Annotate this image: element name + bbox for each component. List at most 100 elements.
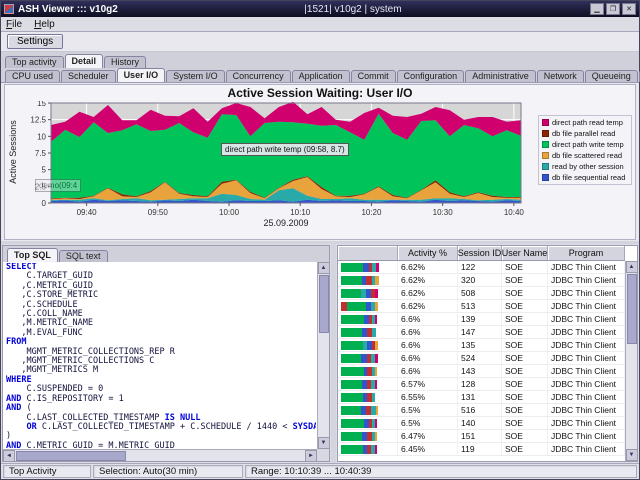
table-row[interactable]: 6.62%122SOEJDBC Thin Client xyxy=(338,261,625,274)
activity-bar xyxy=(338,417,398,429)
app-icon xyxy=(4,4,14,14)
title-bar[interactable]: ASH Viewer ::: v10g2 |1521| v10g2 | syst… xyxy=(1,1,639,17)
cell-session-id: 140 xyxy=(458,417,502,429)
cell-user-name: SOE xyxy=(502,365,548,377)
cell-user-name: SOE xyxy=(502,391,548,403)
activity-bar xyxy=(338,339,398,351)
column-header-activity[interactable]: Activity % xyxy=(398,246,458,261)
table-row[interactable]: 6.5%516SOEJDBC Thin Client xyxy=(338,404,625,417)
table-row[interactable]: 6.47%151SOEJDBC Thin Client xyxy=(338,430,625,443)
wait-tab-configuration[interactable]: Configuration xyxy=(397,70,465,82)
table-row[interactable]: 6.55%131SOEJDBC Thin Client xyxy=(338,391,625,404)
settings-button[interactable]: Settings xyxy=(7,34,63,49)
cell-activity: 6.62% xyxy=(398,300,458,312)
cell-program: JDBC Thin Client xyxy=(548,352,625,364)
scroll-up-icon[interactable]: ▲ xyxy=(626,261,638,273)
wait-tab-network[interactable]: Network xyxy=(537,70,584,82)
sql-tab-sql-text[interactable]: SQL text xyxy=(59,250,108,262)
maximize-icon[interactable]: ❐ xyxy=(606,3,620,15)
table-row[interactable]: 6.6%143SOEJDBC Thin Client xyxy=(338,365,625,378)
status-range: Range: 10:10:39 ... 10:40:39 xyxy=(245,465,637,478)
scroll-thumb[interactable] xyxy=(627,274,637,344)
wait-tab-application[interactable]: Application xyxy=(292,70,350,82)
svg-text:10: 10 xyxy=(37,132,46,141)
minimize-icon[interactable]: ▁ xyxy=(590,3,604,15)
sql-horizontal-scrollbar[interactable]: ◄ ► xyxy=(3,449,317,461)
table-row[interactable]: 6.45%119SOEJDBC Thin Client xyxy=(338,443,625,456)
table-header: Activity %Session IDUser NameProgram xyxy=(338,246,625,261)
wait-tab-cpu-used[interactable]: CPU used xyxy=(5,70,60,82)
svg-text:15: 15 xyxy=(37,101,46,108)
table-row[interactable]: 6.62%513SOEJDBC Thin Client xyxy=(338,300,625,313)
scroll-thumb[interactable] xyxy=(319,275,329,333)
activity-bar xyxy=(338,391,398,403)
sql-line: ,MGMT_METRICS M xyxy=(6,366,316,375)
connection-title: |1521| v10g2 | system xyxy=(118,4,588,15)
svg-text:5: 5 xyxy=(42,166,47,175)
table-row[interactable]: 6.6%135SOEJDBC Thin Client xyxy=(338,339,625,352)
legend-label: direct path read temp xyxy=(552,118,623,127)
activity-bar xyxy=(338,313,398,325)
wait-tab-system-i-o[interactable]: System I/O xyxy=(166,70,225,82)
table-row[interactable]: 6.5%140SOEJDBC Thin Client xyxy=(338,417,625,430)
wait-tab-administrative[interactable]: Administrative xyxy=(465,70,536,82)
svg-text:7.5: 7.5 xyxy=(35,149,47,158)
scroll-down-icon[interactable]: ▼ xyxy=(318,437,330,449)
menu-help[interactable]: Help xyxy=(34,19,55,30)
column-header-session-id[interactable]: Session ID xyxy=(458,246,502,261)
tab-top-activity[interactable]: Top activity xyxy=(5,56,64,68)
legend-swatch xyxy=(542,130,549,137)
scroll-right-icon[interactable]: ► xyxy=(305,450,317,462)
scroll-left-icon[interactable]: ◄ xyxy=(3,450,15,462)
wait-tab-queueing[interactable]: Queueing xyxy=(585,70,638,82)
scroll-thumb[interactable] xyxy=(16,451,126,461)
close-icon[interactable]: ✕ xyxy=(622,3,636,15)
legend-swatch xyxy=(542,152,549,159)
vertical-splitter[interactable] xyxy=(331,244,336,463)
scroll-down-icon[interactable]: ▼ xyxy=(626,449,638,461)
cell-program: JDBC Thin Client xyxy=(548,365,625,377)
wait-tab-user-i-o[interactable]: User I/O xyxy=(117,68,166,82)
tab-history[interactable]: History xyxy=(104,56,146,68)
column-header-graph[interactable] xyxy=(338,246,398,261)
legend-item-db-file-parallel-read: db file parallel read xyxy=(542,129,628,138)
cell-program: JDBC Thin Client xyxy=(548,339,625,351)
table-row[interactable]: 6.6%139SOEJDBC Thin Client xyxy=(338,313,625,326)
status-view-label: Top Activity xyxy=(3,465,91,478)
table-row[interactable]: 6.6%147SOEJDBC Thin Client xyxy=(338,326,625,339)
chart-ghost-tooltip: demo(09:4 xyxy=(35,179,81,192)
cell-user-name: SOE xyxy=(502,430,548,442)
table-body: 6.62%122SOEJDBC Thin Client6.62%320SOEJD… xyxy=(338,261,625,461)
stacked-area-chart[interactable]: 02.557.51012.51509:4009:5010:0010:1010:2… xyxy=(21,101,541,223)
svg-text:10:10: 10:10 xyxy=(290,208,311,217)
column-header-program[interactable]: Program xyxy=(548,246,625,261)
table-row[interactable]: 6.62%320SOEJDBC Thin Client xyxy=(338,274,625,287)
main-tabs: Top activityDetailHistory xyxy=(1,52,639,68)
cell-session-id: 135 xyxy=(458,339,502,351)
cell-program: JDBC Thin Client xyxy=(548,404,625,416)
sql-tab-top-sql[interactable]: Top SQL xyxy=(7,248,58,262)
chart-legend: direct path read temp db file parallel re… xyxy=(538,115,632,185)
table-row[interactable]: 6.62%508SOEJDBC Thin Client xyxy=(338,287,625,300)
sql-line: ,M.EVAL_FUNC xyxy=(6,329,316,338)
cell-activity: 6.6% xyxy=(398,365,458,377)
column-header-user-name[interactable]: User Name xyxy=(502,246,548,261)
cell-user-name: SOE xyxy=(502,326,548,338)
activity-bar xyxy=(338,300,398,312)
tab-detail[interactable]: Detail xyxy=(65,54,104,68)
cell-session-id: 508 xyxy=(458,287,502,299)
wait-tab-concurrency[interactable]: Concurrency xyxy=(226,70,291,82)
sql-vertical-scrollbar[interactable]: ▲ ▼ xyxy=(317,262,329,449)
table-vertical-scrollbar[interactable]: ▲ ▼ xyxy=(625,261,637,461)
activity-bar xyxy=(338,365,398,377)
table-row[interactable]: 6.57%128SOEJDBC Thin Client xyxy=(338,378,625,391)
wait-tab-scheduler[interactable]: Scheduler xyxy=(61,70,116,82)
wait-tab-commit[interactable]: Commit xyxy=(351,70,396,82)
bottom-split: Top SQLSQL text SELECT C.TARGET_GUID ,C.… xyxy=(1,241,639,463)
table-row[interactable]: 6.6%524SOEJDBC Thin Client xyxy=(338,352,625,365)
sql-text[interactable]: SELECT C.TARGET_GUID ,C.METRIC_GUID ,C.S… xyxy=(6,263,316,448)
cell-user-name: SOE xyxy=(502,287,548,299)
scroll-up-icon[interactable]: ▲ xyxy=(318,262,330,274)
menu-file[interactable]: File xyxy=(6,19,22,30)
activity-bar xyxy=(338,443,398,455)
